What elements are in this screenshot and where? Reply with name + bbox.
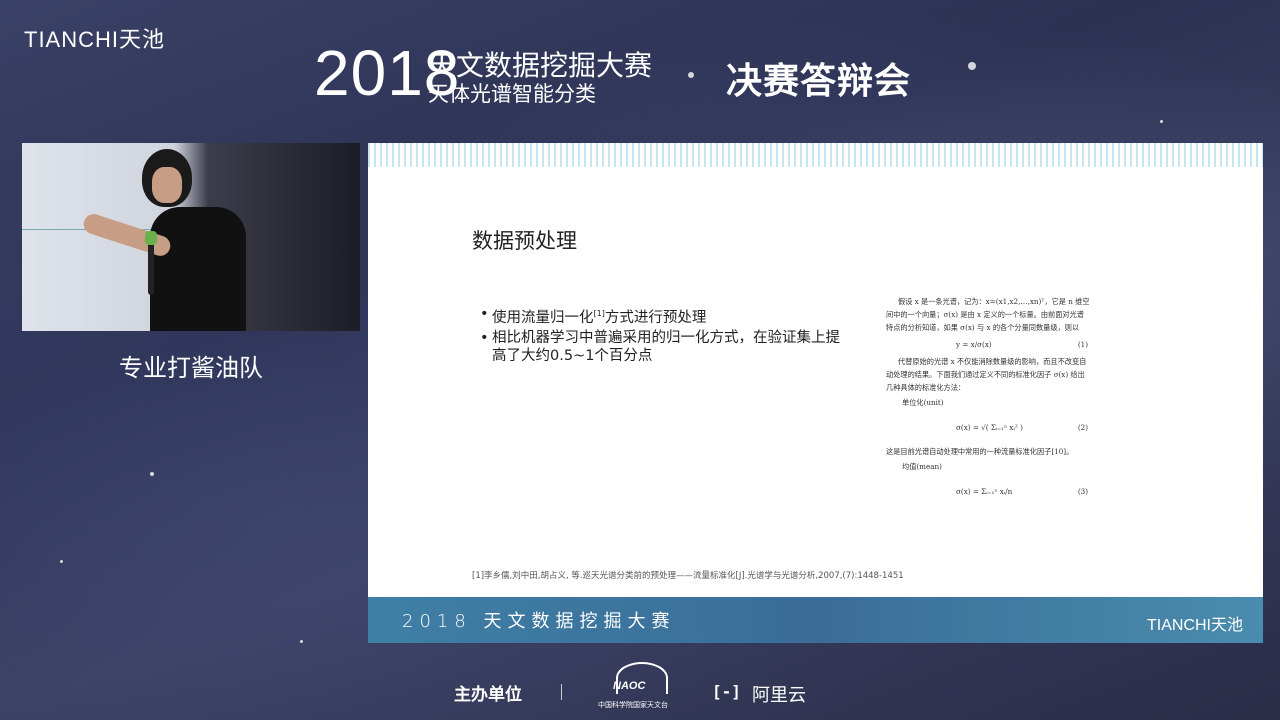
bullet-text: 方式进行预处理 (604, 309, 707, 326)
aliyun-logo: 阿里云 (752, 685, 806, 706)
stage-title: 决赛答辩会 (726, 61, 912, 102)
slide-footnote: [1]李乡儒,刘中田,胡占义, 等.巡天光谱分类前的预处理——流量标准化[J].… (472, 571, 904, 581)
speaker-body (150, 207, 246, 331)
footer-divider (561, 684, 562, 700)
paper-paragraph: 代替原始的光谱 x 不仅能消除数量级的影响，而且不改变自动处理的结果。下面我们通… (886, 357, 1087, 392)
microphone-head (145, 231, 157, 245)
star-decoration (688, 72, 694, 78)
equation-text: y = x/σ(x) (956, 340, 992, 349)
aliyun-icon: [-] (712, 682, 741, 701)
host-label: 主办单位 (454, 685, 522, 705)
star-decoration (300, 640, 303, 643)
equation-1: y = x/σ(x) (1) (886, 338, 1090, 351)
slide-footer-title: 2018 天文数据挖掘大赛 (402, 611, 676, 632)
equation-number: (3) (1077, 486, 1088, 496)
equation-text: σ(x) = √( Σᵢ₌₁ⁿ xᵢ² ) (956, 422, 1023, 432)
method-label: 均值(mean) (902, 462, 942, 471)
tianchi-logo: TIANCHI天池 (24, 27, 166, 52)
bullet-list: 使用流量归一化[1]方式进行预处理 相比机器学习中普遍采用的归一化方式，在验证集… (480, 305, 840, 367)
equation-3: σ(x) = Σᵢ₌₁ⁿ xᵢ/n (3) (886, 477, 1090, 505)
equation-number: (1) (1077, 340, 1088, 349)
citation-marker: [1] (593, 309, 605, 318)
slide-footer-banner: 2018 天文数据挖掘大赛 TIANCHI天池 (368, 597, 1263, 643)
slide-top-decoration (368, 143, 1263, 167)
star-decoration (1160, 120, 1163, 123)
bullet-text: 相比机器学习中普遍采用的归一化方式，在验证集上提高了大约0.5~1个百分点 (492, 329, 840, 364)
equation-number: (2) (1077, 422, 1088, 432)
star-decoration (968, 62, 976, 70)
presentation-slide: 数据预处理 使用流量归一化[1]方式进行预处理 相比机器学习中普遍采用的归一化方… (368, 143, 1263, 643)
bullet-text: 使用流量归一化 (492, 309, 594, 326)
equation-2: σ(x) = √( Σᵢ₌₁ⁿ xᵢ² ) (2) (886, 413, 1090, 441)
bullet-item: 相比机器学习中普遍采用的归一化方式，在验证集上提高了大约0.5~1个百分点 (480, 329, 840, 365)
speaker-face (152, 167, 182, 203)
speaker-video (22, 143, 360, 331)
naoc-logo: NAOC (613, 680, 646, 692)
paper-excerpt: 假设 x 是一条光谱，记为：x=(x1,x2,…,xn)ᵀ，它是 n 维空间中的… (886, 295, 1090, 509)
bullet-item: 使用流量归一化[1]方式进行预处理 (480, 305, 840, 327)
team-name: 专业打酱油队 (119, 354, 263, 382)
star-decoration (60, 560, 63, 563)
slide-title: 数据预处理 (472, 229, 577, 253)
method-label: 单位化(unit) (902, 398, 944, 407)
paper-paragraph: 这是目前光谱自动处理中常用的一种流量标准化因子[10]。 (886, 447, 1074, 456)
slide-footer-logo: TIANCHI天池 (1146, 617, 1243, 634)
naoc-caption: 中国科学院国家天文台 (598, 701, 668, 709)
event-subtitle: 天体光谱智能分类 (428, 82, 596, 106)
equation-text: σ(x) = Σᵢ₌₁ⁿ xᵢ/n (956, 486, 1013, 496)
star-decoration (150, 472, 154, 476)
sponsor-footer: 主办单位 NAOC 中国科学院国家天文台 [-] 阿里云 (0, 660, 1280, 720)
paper-paragraph: 假设 x 是一条光谱，记为：x=(x1,x2,…,xn)ᵀ，它是 n 维空间中的… (886, 297, 1090, 332)
